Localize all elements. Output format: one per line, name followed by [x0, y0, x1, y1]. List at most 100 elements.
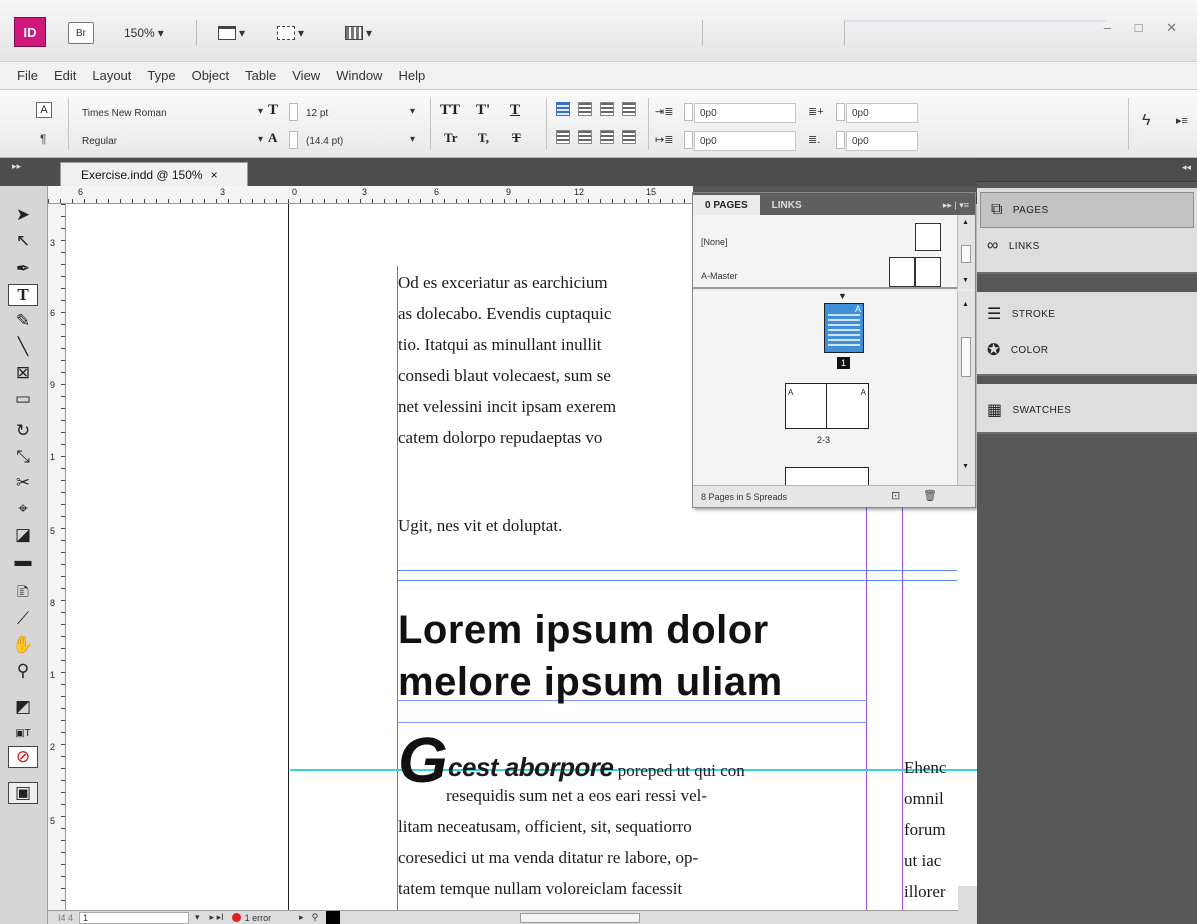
chevron-down-icon[interactable]: ▾	[410, 106, 415, 117]
menu-help[interactable]: Help	[390, 62, 433, 90]
menu-view[interactable]: View	[284, 62, 328, 90]
pages-scrollbar[interactable]: ▲ ▼	[957, 291, 975, 485]
superscript-button[interactable]: T'	[476, 102, 490, 119]
space-before-stepper[interactable]	[836, 103, 845, 121]
justify-left-icon[interactable]	[556, 130, 570, 144]
document-tab[interactable]: Exercise.indd @ 150% ×	[60, 162, 248, 186]
close-icon[interactable]: ×	[211, 168, 218, 182]
subscript-button[interactable]: T,	[478, 130, 489, 146]
menu-file[interactable]: File	[9, 62, 46, 90]
window-controls[interactable]: – □ ✕	[1104, 20, 1187, 36]
gradient-swatch-tool-icon[interactable]: ◪	[8, 524, 38, 546]
collapse-toolbox-icon[interactable]: ▸▸	[12, 161, 21, 172]
eyedropper-tool-icon[interactable]: ⟋	[8, 608, 38, 630]
space-after-field[interactable]: 0p0	[846, 131, 918, 151]
type-tool-icon[interactable]: T	[8, 284, 38, 306]
chevron-down-icon[interactable]: ▾	[410, 134, 415, 145]
hand-tool-icon[interactable]: ✋	[8, 634, 38, 656]
first-line-indent-stepper[interactable]	[684, 131, 693, 149]
master-none-thumbnail[interactable]	[915, 223, 941, 251]
strikethrough-button[interactable]: T	[512, 130, 521, 146]
panel-menu-icon[interactable]: ▸≡	[1176, 114, 1188, 127]
small-caps-button[interactable]: Tr	[444, 130, 457, 146]
dock-item-pages[interactable]: ⧉ PAGES	[980, 192, 1194, 228]
direct-selection-tool-icon[interactable]: ↖	[8, 230, 38, 252]
scale-tool-icon[interactable]: ⤡	[8, 446, 38, 468]
text-frame-column-2[interactable]: Ehenc omnil forum ut iac illorer	[904, 752, 946, 907]
page-4-5-thumbnail[interactable]	[785, 467, 869, 485]
left-indent-stepper[interactable]	[684, 103, 693, 121]
open-folder-icon[interactable]: ⚲	[312, 912, 319, 923]
menu-object[interactable]: Object	[184, 62, 238, 90]
page-number-field[interactable]: 1	[79, 911, 190, 924]
rectangle-frame-tool-icon[interactable]: ⊠	[8, 362, 38, 384]
preflight-status[interactable]: 1 error	[245, 913, 272, 923]
pencil-tool-icon[interactable]: ✎	[8, 310, 38, 332]
dock-item-links[interactable]: ∞ LINKS	[977, 228, 1197, 264]
a-master-label[interactable]: A-Master	[701, 271, 738, 281]
chevron-down-icon[interactable]: ▾	[195, 912, 200, 923]
font-size-stepper[interactable]	[289, 103, 298, 121]
page-2-thumbnail[interactable]: A	[785, 383, 827, 429]
formatting-affects-container-icon[interactable]: ▣T	[8, 722, 38, 744]
new-page-icon[interactable]: ⊡	[891, 489, 900, 502]
quick-apply-icon[interactable]: ϟ	[1142, 112, 1150, 130]
horizontal-scroll-thumb[interactable]	[520, 912, 641, 923]
expand-panels-icon[interactable]: ◂◂	[1182, 162, 1191, 173]
dock-item-swatches[interactable]: ▦ SWATCHES	[977, 392, 1197, 428]
dock-item-stroke[interactable]: ☰ STROKE	[977, 296, 1197, 332]
gradient-feather-tool-icon[interactable]: ▬	[8, 550, 38, 572]
horizontal-ruler[interactable]: 6 3 0 3 6 9 12 15	[48, 186, 693, 204]
a-master-right-thumbnail[interactable]	[915, 257, 941, 287]
next-page-icon[interactable]: ▸ ▸I	[210, 912, 224, 923]
justify-right-icon[interactable]	[622, 130, 636, 144]
character-mode-button[interactable]: A	[36, 102, 52, 118]
search-field[interactable]	[844, 20, 1106, 46]
chevron-down-icon[interactable]: ▾	[258, 106, 263, 117]
vertical-scrollbar[interactable]	[958, 886, 977, 924]
master-none-label[interactable]: [None]	[701, 237, 728, 247]
chevron-down-icon[interactable]: ▾	[258, 134, 263, 145]
tab-links[interactable]: LINKS	[760, 195, 814, 215]
line-tool-icon[interactable]: ╲	[8, 336, 38, 358]
justify-all-icon[interactable]	[600, 130, 614, 144]
scroll-thumb[interactable]	[961, 337, 971, 377]
leading-stepper[interactable]	[289, 131, 298, 149]
all-caps-button[interactable]: TT	[440, 102, 460, 119]
trash-icon[interactable]: 🗑	[923, 489, 937, 502]
rectangle-tool-icon[interactable]: ▭	[8, 388, 38, 410]
apply-none-icon[interactable]: ⊘	[8, 746, 38, 768]
first-page-button[interactable]: I4 4	[58, 913, 73, 923]
panel-menu-icon[interactable]: ▸▸ | ▾≡	[943, 200, 969, 211]
page-3-thumbnail[interactable]: A	[827, 383, 869, 429]
rotate-tool-icon[interactable]: ↻	[8, 420, 38, 442]
fill-stroke-icon[interactable]: ◩	[8, 696, 38, 718]
tab-pages[interactable]: 0 PAGES	[693, 195, 760, 215]
page-1-thumbnail[interactable]: A	[824, 303, 864, 353]
zoom-tool-icon[interactable]: ⚲	[8, 660, 38, 682]
pen-tool-icon[interactable]: ✒	[8, 258, 38, 280]
left-indent-field[interactable]: 0p0	[694, 103, 796, 123]
menu-type[interactable]: Type	[139, 62, 183, 90]
justify-center-icon[interactable]	[578, 130, 592, 144]
paragraph-mode-button[interactable]: ¶	[40, 132, 46, 146]
text-frame-main[interactable]: Od es exceriatur as earchicium as doleca…	[398, 267, 616, 453]
first-line-indent-field[interactable]: 0p0	[694, 131, 796, 151]
leading-field[interactable]: (14.4 pt)	[300, 131, 410, 151]
space-after-stepper[interactable]	[836, 131, 845, 149]
underline-button[interactable]: T	[510, 102, 520, 119]
note-tool-icon[interactable]: 🗈	[8, 582, 38, 604]
menu-table[interactable]: Table	[237, 62, 284, 90]
scroll-down-icon[interactable]: ▼	[962, 463, 969, 470]
font-size-field[interactable]: 12 pt	[300, 103, 410, 123]
scroll-thumb[interactable]	[961, 245, 971, 263]
space-before-field[interactable]: 0p0	[846, 103, 918, 123]
view-options-button[interactable]: ▾	[218, 24, 245, 42]
selection-tool-icon[interactable]: ➤	[8, 204, 38, 226]
scroll-down-icon[interactable]: ▼	[962, 277, 969, 284]
masters-scrollbar[interactable]: ▲ ▼	[957, 215, 975, 289]
bridge-button[interactable]: Br	[68, 22, 94, 44]
align-right-icon[interactable]	[600, 102, 614, 116]
menu-window[interactable]: Window	[328, 62, 390, 90]
dock-item-color[interactable]: ✪ COLOR	[977, 332, 1197, 368]
